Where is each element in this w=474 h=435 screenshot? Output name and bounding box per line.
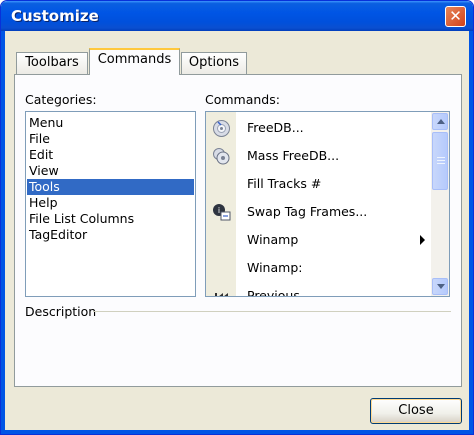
commands-scrollbar[interactable]: [431, 112, 449, 296]
command-label: FreeDB...: [247, 120, 304, 135]
command-label: Mass FreeDB...: [247, 148, 340, 163]
mass-freedb-icon: [213, 148, 230, 165]
customize-dialog: Customize ✕ Toolbars Commands Options Ca…: [0, 0, 474, 435]
list-item[interactable]: Edit: [27, 147, 194, 163]
grip-line: [437, 163, 445, 164]
command-item-winamp-colon[interactable]: Winamp:: [206, 254, 431, 282]
command-item-fill-tracks[interactable]: Fill Tracks #: [206, 170, 431, 198]
commands-label: Commands:: [205, 92, 280, 107]
window-frame-left: [1, 31, 5, 434]
window-frame-bottom: [1, 430, 473, 434]
tab-toolbars[interactable]: Toolbars: [16, 52, 88, 74]
svg-text:i: i: [218, 206, 220, 215]
close-button[interactable]: Close: [370, 398, 462, 424]
description-label: Description: [25, 304, 97, 319]
categories-label: Categories:: [25, 92, 97, 107]
command-item-mass-freedb[interactable]: Mass FreeDB...: [206, 142, 431, 170]
tab-commands[interactable]: Commands: [89, 48, 180, 75]
command-label: Previous: [247, 288, 300, 297]
chevron-down-icon: [437, 284, 445, 289]
window-title: Customize: [11, 7, 99, 25]
command-label: Swap Tag Frames...: [247, 204, 368, 219]
window-frame-right: [469, 31, 473, 434]
command-item-freedb[interactable]: FreeDB...: [206, 114, 431, 142]
command-label: Winamp: [247, 232, 299, 247]
scroll-thumb[interactable]: [432, 132, 448, 190]
list-item[interactable]: File List Columns: [27, 211, 194, 227]
scroll-down-button[interactable]: [432, 278, 448, 295]
list-item[interactable]: View: [27, 163, 194, 179]
grip-line: [437, 157, 445, 158]
list-item-selected[interactable]: Tools: [27, 179, 194, 195]
swap-tag-frames-icon: i: [213, 204, 231, 221]
command-item-winamp[interactable]: Winamp: [206, 226, 431, 254]
categories-list[interactable]: Menu File Edit View Tools Help File List…: [25, 111, 196, 297]
command-item-swap-tag-frames[interactable]: i Swap Tag Frames...: [206, 198, 431, 226]
command-label: Winamp:: [247, 260, 303, 275]
description-divider: [93, 311, 451, 312]
command-item-previous[interactable]: Previous: [206, 282, 431, 297]
window-close-button[interactable]: ✕: [445, 6, 466, 27]
grip-line: [437, 160, 445, 161]
scroll-up-button[interactable]: [432, 113, 448, 130]
command-label: Fill Tracks #: [247, 176, 322, 191]
previous-icon: [215, 293, 228, 296]
list-item[interactable]: Help: [27, 195, 194, 211]
title-bar[interactable]: Customize ✕: [1, 1, 473, 31]
submenu-arrow-icon: [420, 235, 425, 245]
chevron-up-icon: [437, 119, 445, 124]
list-item[interactable]: Menu: [27, 115, 194, 131]
list-item[interactable]: File: [27, 131, 194, 147]
tab-options[interactable]: Options: [181, 52, 247, 74]
commands-list[interactable]: FreeDB... Mass FreeDB... Fill Tracks # i…: [205, 111, 450, 297]
list-item[interactable]: TagEditor: [27, 227, 194, 243]
freedb-icon: [213, 120, 230, 137]
